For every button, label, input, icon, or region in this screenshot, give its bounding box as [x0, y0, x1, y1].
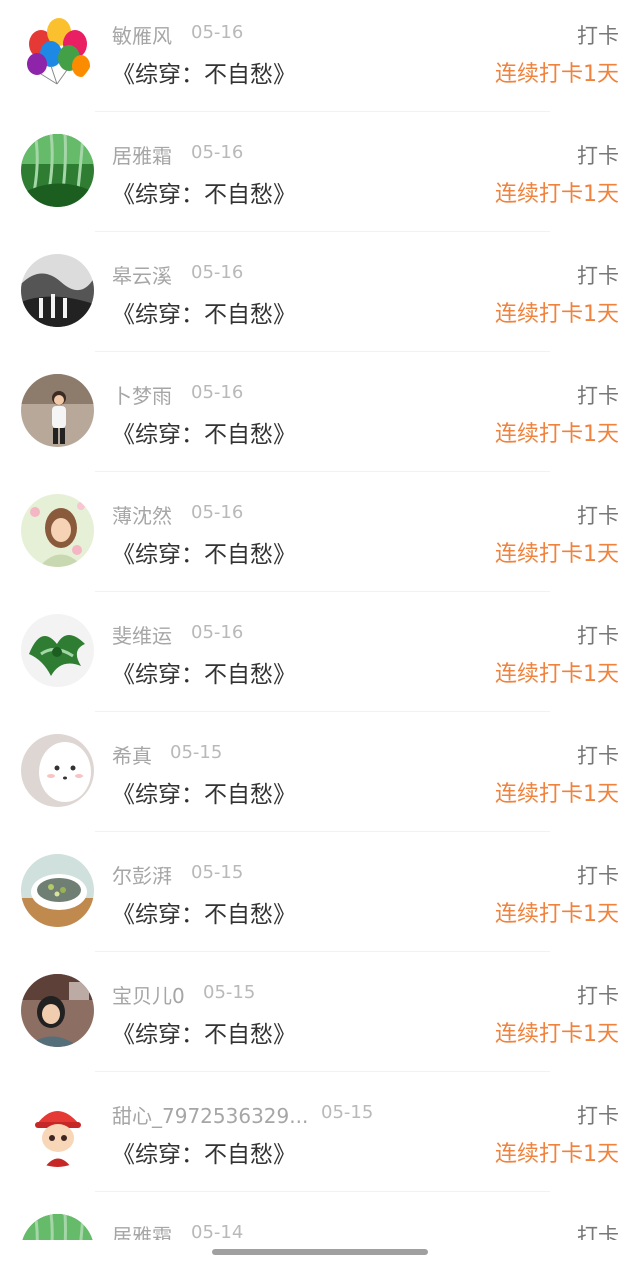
checkin-row[interactable]: 敏雁风 05-16 《综穿：不自愁》 打卡连续打卡1天 — [0, 0, 640, 120]
home-indicator[interactable] — [212, 1249, 428, 1255]
book-title[interactable]: 《综穿：不自愁》 — [112, 175, 296, 209]
checkin-row[interactable]: 宝贝儿0 05-15 《综穿：不自愁》 打卡连续打卡1天 — [0, 960, 640, 1080]
streak-label: 连续打卡1天 — [495, 182, 619, 207]
user-name[interactable]: 斐维运 — [112, 620, 172, 649]
checkin-list[interactable]: 敏雁风 05-16 《综穿：不自愁》 打卡 连续打卡1天 居雅霜 05-16 《综穿：不自愁… — [0, 0, 640, 1268]
checkin-date: 05-15 — [191, 862, 244, 883]
food-bowl-avatar-icon[interactable] — [21, 854, 94, 927]
checkin-label: 打卡 — [577, 1104, 619, 1128]
checkin-date: 05-16 — [191, 502, 244, 523]
checkin-label: 打卡 — [577, 744, 619, 768]
ink-landscape-avatar-icon[interactable] — [21, 254, 94, 327]
book-title[interactable]: 《综穿：不自愁》 — [112, 1135, 296, 1169]
checkin-date: 05-15 — [170, 742, 223, 763]
girl-flowers-avatar-icon[interactable] — [21, 494, 94, 567]
checkin-date: 05-15 — [203, 982, 256, 1003]
checkin-row[interactable]: 斐维运 05-16 《综穿：不自愁》 打卡连续打卡1天 — [0, 600, 640, 720]
book-title[interactable]: 《综穿：不自愁》 — [112, 415, 296, 449]
green-leaf-art-avatar-icon[interactable] — [21, 614, 94, 687]
streak-label: 连续打卡1天 — [495, 542, 619, 567]
checkin-label: 打卡 — [577, 144, 619, 168]
user-name[interactable]: 尔彭湃 — [112, 860, 172, 889]
balloons-avatar-icon[interactable] — [21, 14, 94, 87]
checkin-row[interactable]: 皋云溪 05-16 《综穿：不自愁》 打卡连续打卡1天 — [0, 240, 640, 360]
checkin-date: 05-16 — [191, 142, 244, 163]
checkin-row[interactable]: 尔彭湃 05-15 《综穿：不自愁》 打卡连续打卡1天 — [0, 840, 640, 960]
row-divider — [95, 471, 550, 472]
row-divider — [95, 951, 550, 952]
checkin-date: 05-16 — [191, 22, 244, 43]
user-name[interactable]: 敏雁风 — [112, 20, 172, 49]
streak-label: 连续打卡1天 — [495, 62, 619, 87]
checkin-row[interactable]: 卜梦雨 05-16 《综穿：不自愁》 打卡连续打卡1天 — [0, 360, 640, 480]
user-name[interactable]: 宝贝儿0 — [112, 980, 185, 1009]
checkin-label: 打卡 — [577, 984, 619, 1008]
row-divider — [95, 1191, 550, 1192]
user-name[interactable]: 希真 — [112, 740, 152, 769]
red-cap-doll-avatar-icon[interactable] — [21, 1094, 94, 1167]
checkin-label: 打卡 — [577, 864, 619, 888]
green-plant-avatar-icon[interactable] — [21, 134, 94, 207]
checkin-row[interactable]: 薄沈然 05-16 《综穿：不自愁》 打卡连续打卡1天 — [0, 480, 640, 600]
row-divider — [95, 351, 550, 352]
person-room-avatar-icon[interactable] — [21, 974, 94, 1047]
streak-label: 连续打卡1天 — [495, 1022, 619, 1047]
book-title[interactable]: 《综穿：不自愁》 — [112, 535, 296, 569]
checkin-row[interactable]: 甜心_7972536329... 05-15 《综穿：不自愁》 打卡连续打卡1天 — [0, 1080, 640, 1200]
book-title[interactable]: 《综穿：不自愁》 — [112, 895, 296, 929]
streak-label: 连续打卡1天 — [495, 782, 619, 807]
checkin-row[interactable]: 居雅霜 05-16 《综穿：不自愁》 打卡连续打卡1天 — [0, 120, 640, 240]
streak-label: 连续打卡1天 — [495, 302, 619, 327]
user-name[interactable]: 皋云溪 — [112, 260, 172, 289]
user-name[interactable]: 薄沈然 — [112, 500, 172, 529]
checkin-label: 打卡 — [577, 264, 619, 288]
streak-label: 连续打卡1天 — [495, 902, 619, 927]
checkin-label: 打卡 — [577, 504, 619, 528]
book-title[interactable]: 《综穿：不自愁》 — [112, 1015, 296, 1049]
streak-label: 连续打卡1天 — [495, 662, 619, 687]
checkin-date: 05-16 — [191, 622, 244, 643]
girl-photo-avatar-icon[interactable] — [21, 374, 94, 447]
checkin-label: 打卡 — [577, 24, 619, 48]
checkin-label: 打卡 — [577, 624, 619, 648]
checkin-label: 打卡 — [577, 384, 619, 408]
cartoon-face-avatar-icon[interactable] — [21, 734, 94, 807]
row-divider — [95, 711, 550, 712]
book-title[interactable]: 《综穿：不自愁》 — [112, 295, 296, 329]
row-divider — [95, 1071, 550, 1072]
row-divider — [95, 231, 550, 232]
user-name[interactable]: 甜心_7972536329... — [112, 1100, 308, 1129]
checkin-date: 05-16 — [191, 382, 244, 403]
row-divider — [95, 591, 550, 592]
user-name[interactable]: 居雅霜 — [112, 140, 172, 169]
book-title[interactable]: 《综穿：不自愁》 — [112, 775, 296, 809]
checkin-row[interactable]: 希真 05-15 《综穿：不自愁》 打卡连续打卡1天 — [0, 720, 640, 840]
book-title[interactable]: 《综穿：不自愁》 — [112, 55, 296, 89]
checkin-date: 05-16 — [191, 262, 244, 283]
streak-label: 连续打卡1天 — [495, 1142, 619, 1167]
user-name[interactable]: 卜梦雨 — [112, 380, 172, 409]
streak-label: 连续打卡1天 — [495, 422, 619, 447]
row-divider — [95, 831, 550, 832]
checkin-date: 05-15 — [321, 1102, 374, 1123]
row-divider — [95, 111, 550, 112]
book-title[interactable]: 《综穿：不自愁》 — [112, 655, 296, 689]
